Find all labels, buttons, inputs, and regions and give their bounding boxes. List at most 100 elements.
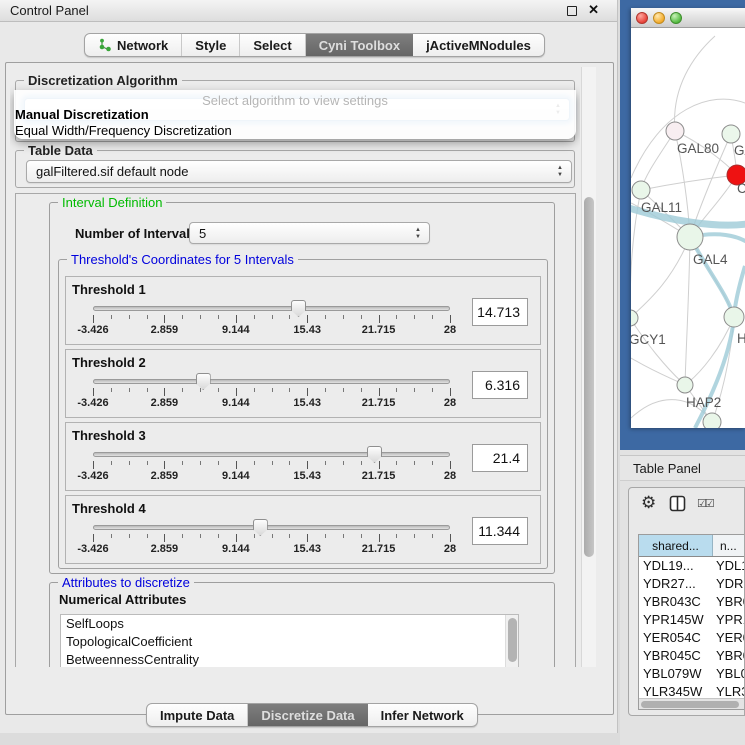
threshold-1-ticks	[93, 315, 450, 324]
tick-label: -3.426	[77, 543, 108, 555]
table-cell: YPR145W	[639, 611, 713, 629]
threshold-2-value-field[interactable]: 6.316	[472, 371, 528, 399]
threshold-1-slider[interactable]	[93, 306, 450, 311]
attribute-list-item[interactable]: TopologicalCoefficient	[61, 633, 518, 651]
threshold-2-ticks	[93, 388, 450, 397]
network-view-window: GAL80GALCGAL11GAL4GCY1HHAP2	[620, 0, 745, 450]
tick-label: 21.715	[362, 324, 396, 336]
network-edge[interactable]	[631, 318, 685, 385]
tab-style[interactable]: Style	[182, 34, 240, 56]
select-columns-icon[interactable]: ☑☑	[697, 497, 713, 510]
network-edge[interactable]	[641, 131, 675, 190]
node-label: GCY1	[631, 332, 666, 347]
close-icon[interactable]: ✕	[588, 2, 599, 18]
threshold-4-slider[interactable]	[93, 525, 450, 530]
threshold-4-panel: Threshold 4 -3.4262.8599.14415.4321.7152…	[65, 495, 541, 564]
threshold-1-panel: Threshold 1 -3.4262.8599.14415.4321.7152…	[65, 276, 541, 345]
settings-viewport: Discretization Algorithm ▲▼ Select algor…	[10, 67, 580, 667]
table-cell: YBR045C	[639, 647, 713, 665]
threshold-2-slider[interactable]	[93, 379, 450, 384]
gear-icon[interactable]: ⚙	[641, 493, 656, 513]
table-row[interactable]: YPR145WYPR1...	[639, 611, 745, 629]
tab-select[interactable]: Select	[240, 34, 305, 56]
tick-label: 28	[444, 397, 456, 409]
thresholds-group: Threshold's Coordinates for 5 Intervals …	[58, 259, 548, 569]
bottom-node[interactable]	[703, 413, 721, 428]
tab-discretize-data[interactable]: Discretize Data	[248, 704, 367, 726]
GAL11-node[interactable]	[632, 181, 650, 199]
attribute-list-item[interactable]: SelfLoops	[61, 615, 518, 633]
network-edge[interactable]	[685, 237, 690, 385]
table-cell: YBR0...	[713, 593, 745, 611]
table-cell: YER054C	[639, 629, 713, 647]
table-row[interactable]: YDL19...YDL1...	[639, 557, 745, 575]
table-row[interactable]: YBL079WYBL0...	[639, 665, 745, 683]
float-window-icon[interactable]	[567, 6, 577, 16]
network-edge-thick[interactable]	[690, 237, 734, 317]
table-panel-title: Table Panel	[633, 461, 701, 476]
network-edge[interactable]	[641, 175, 737, 190]
H-node[interactable]	[724, 307, 744, 327]
threshold-4-ticks	[93, 534, 450, 543]
top-right-node[interactable]	[722, 125, 740, 143]
table-horizontal-scrollbar[interactable]	[639, 698, 745, 709]
tab-jactivemnodules[interactable]: jActiveMNodules	[413, 34, 544, 56]
settings-scrollbar[interactable]	[581, 67, 596, 667]
table-row[interactable]: YBR043CYBR0...	[639, 593, 745, 611]
network-edge[interactable]	[631, 237, 690, 318]
number-of-intervals-combobox[interactable]: 5 ▲▼	[189, 222, 430, 244]
node-label: GAL11	[641, 200, 682, 215]
table-cell: YBL0...	[713, 665, 745, 683]
threshold-1-value-field[interactable]: 14.713	[472, 298, 528, 326]
table-cell: YPR1...	[713, 611, 745, 629]
tick-label: 9.144	[222, 324, 250, 336]
zoom-traffic-light-icon[interactable]	[670, 12, 682, 24]
popup-option-equal-width-frequency[interactable]: Equal Width/Frequency Discretization	[15, 123, 232, 138]
column-header-name[interactable]: n...	[713, 535, 745, 556]
threshold-3-label: Threshold 3	[72, 428, 146, 443]
network-edge-thick[interactable]	[695, 317, 734, 428]
network-edge[interactable]	[675, 36, 715, 131]
algorithm-settings-panel: Interval Definition Number of Intervals …	[15, 193, 576, 667]
tab-network[interactable]: Network	[85, 34, 182, 56]
GAL80-node[interactable]	[666, 122, 684, 140]
node-attribute-table: shared... n... YDL19...YDL1...YDR27...YD…	[638, 534, 745, 710]
attribute-list-item[interactable]: BetweennessCentrality	[61, 651, 518, 667]
tick-label: 15.43	[293, 397, 321, 409]
table-panel-window: ⚙ ☑☑ shared... n... YDL19...YDL1...YDR27…	[628, 487, 745, 716]
table-hscrollbar-thumb[interactable]	[641, 701, 739, 708]
tab-impute-data[interactable]: Impute Data	[147, 704, 248, 726]
algorithm-popup-hint: Select algorithm to view settings	[14, 93, 576, 108]
table-row[interactable]: YER054CYER0...	[639, 629, 745, 647]
table-cell: YDL1...	[713, 557, 745, 575]
threshold-3-slider[interactable]	[93, 452, 450, 457]
tab-cyni-toolbox[interactable]: Cyni Toolbox	[306, 34, 413, 56]
network-edge[interactable]	[631, 358, 685, 385]
table-panel-titlebar: Table Panel	[620, 455, 745, 481]
tick-label: 2.859	[151, 543, 179, 555]
control-panel-titlebar: Control Panel ✕	[0, 0, 617, 22]
table-row[interactable]: YDR27...YDR2...	[639, 575, 745, 593]
network-canvas[interactable]: GAL80GALCGAL11GAL4GCY1HHAP2	[631, 28, 745, 428]
table-data-combobox[interactable]: galFiltered.sif default node ▲▼	[26, 160, 572, 183]
columns-icon[interactable]	[669, 495, 686, 517]
tab-infer-network[interactable]: Infer Network	[368, 704, 477, 726]
network-window-titlebar[interactable]	[631, 8, 745, 28]
threshold-3-value-field[interactable]: 21.4	[472, 444, 528, 472]
threshold-2-label: Threshold 2	[72, 355, 146, 370]
popup-option-manual-discretization[interactable]: Manual Discretization	[15, 107, 149, 122]
attributes-list-scrollbar[interactable]	[505, 615, 518, 667]
minimize-traffic-light-icon[interactable]	[653, 12, 665, 24]
column-header-shared-name[interactable]: shared...	[639, 535, 713, 556]
threshold-3-tick-labels: -3.4262.8599.14415.4321.71528	[93, 470, 450, 483]
HAP2-node[interactable]	[677, 377, 693, 393]
GCY1-node[interactable]	[631, 310, 638, 326]
table-row[interactable]: YBR045CYBR0...	[639, 647, 745, 665]
settings-scrollbar-thumb[interactable]	[584, 197, 594, 557]
threshold-4-value-field[interactable]: 11.344	[472, 517, 528, 545]
GAL4-node[interactable]	[677, 224, 703, 250]
network-view-inner: GAL80GALCGAL11GAL4GCY1HHAP2	[631, 8, 745, 428]
cyni-toolbox-panel: Discretization Algorithm ▲▼ Select algor…	[5, 62, 614, 715]
tick-label: 9.144	[222, 470, 250, 482]
close-traffic-light-icon[interactable]	[636, 12, 648, 24]
